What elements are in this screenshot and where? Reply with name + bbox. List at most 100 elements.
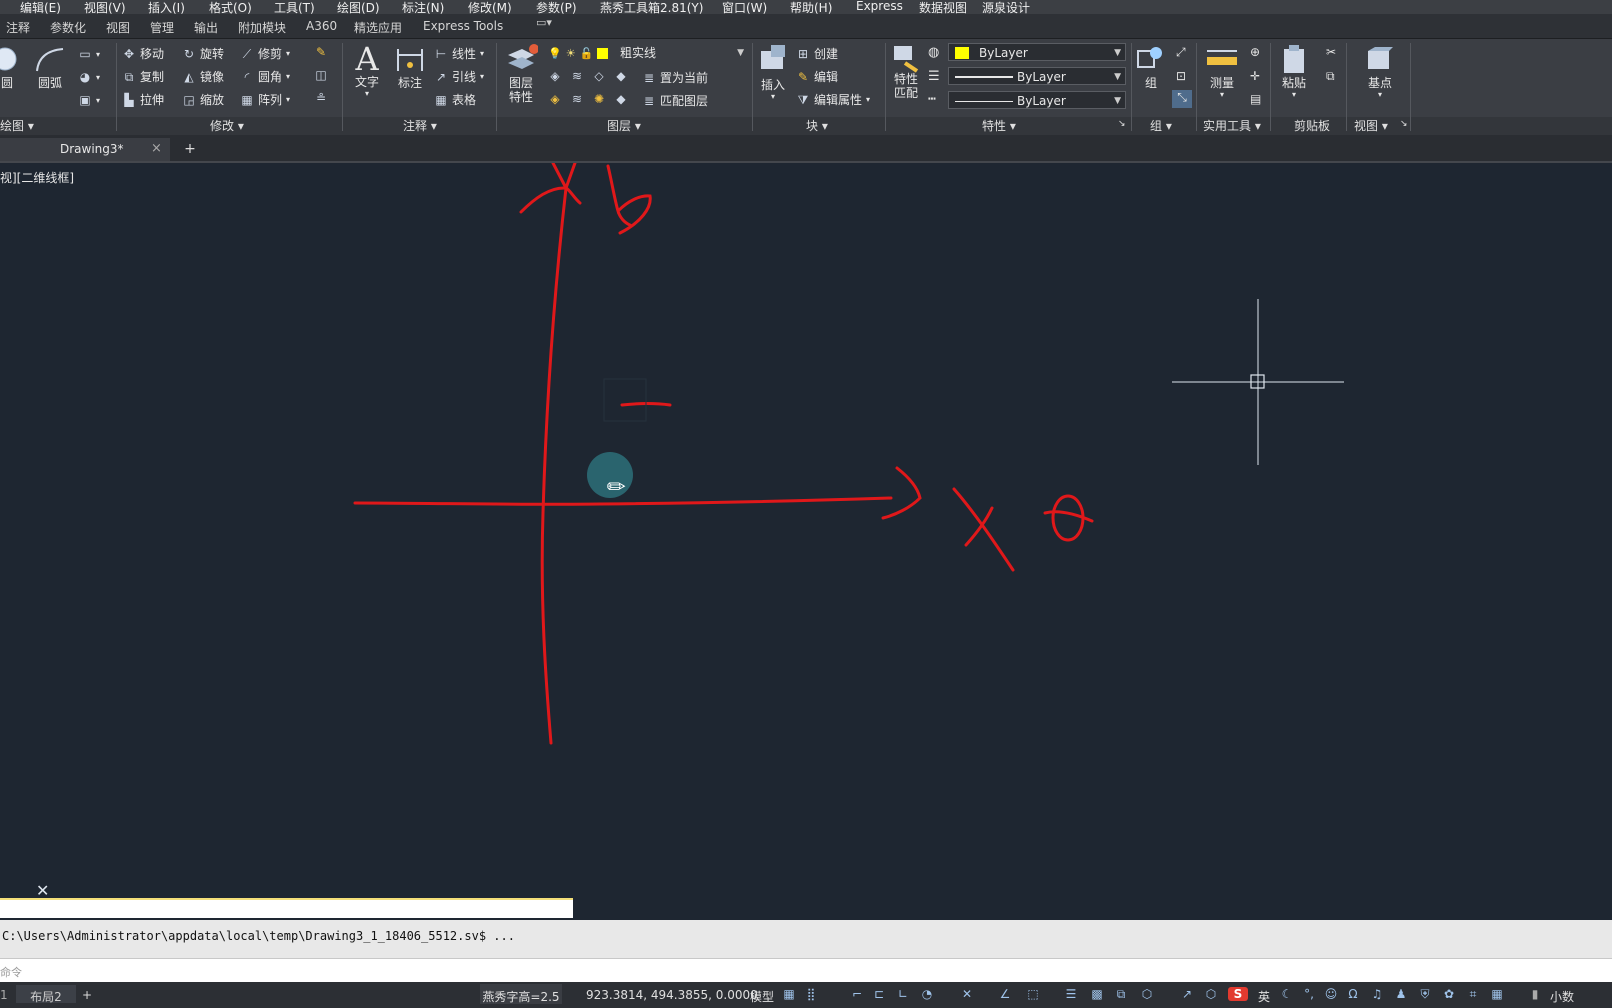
match-properties-button[interactable]: 特性 匹配 xyxy=(890,43,922,100)
infer-icon[interactable]: ⌐ xyxy=(850,987,864,1001)
copy-clip-icon[interactable]: ⧉ xyxy=(1326,69,1335,84)
3d-osnap-icon[interactable]: ⬡ xyxy=(1140,987,1154,1001)
ime-language[interactable]: 英 xyxy=(1258,988,1270,1005)
close-icon[interactable]: × xyxy=(151,141,162,156)
measure-button[interactable]: 测量 ▾ xyxy=(1202,45,1242,99)
offset-button[interactable]: ≗ xyxy=(314,91,328,105)
layer-panel-title[interactable]: 图层 ▾ xyxy=(607,117,641,135)
dimension-tool[interactable]: 标注 xyxy=(392,45,428,91)
dynamic-input-icon[interactable]: ⊏ xyxy=(872,987,886,1001)
move-button[interactable]: ✥ 移动 xyxy=(122,45,164,62)
tools-icon[interactable]: ✿ xyxy=(1442,987,1456,1001)
array-button[interactable]: ▦ 阵列 ▾ xyxy=(240,91,290,108)
layer-dropdown[interactable]: 粗实线 ▼ xyxy=(614,44,748,62)
mirror-button[interactable]: ◭ 镜像 xyxy=(182,68,224,85)
annotation-scale-icon[interactable]: ↗ xyxy=(1180,987,1194,1001)
osnap-icon[interactable]: ✕ xyxy=(960,987,974,1001)
layer-thaw-icon[interactable]: ✺ xyxy=(592,92,606,106)
ucs-icon[interactable]: ⬚ xyxy=(1026,987,1040,1001)
edit-block-button[interactable]: ✎ 编辑 xyxy=(796,68,838,85)
keyboard-icon[interactable]: Ω xyxy=(1346,987,1360,1001)
grid-icon[interactable]: ▦ xyxy=(782,987,796,1001)
quick-select-icon[interactable]: ⊕ xyxy=(1250,45,1260,59)
text-tool[interactable]: A 文字 ▾ xyxy=(350,41,384,98)
insert-block-button[interactable]: 插入 ▾ xyxy=(756,43,790,101)
units-decimal[interactable]: 小数 xyxy=(1550,988,1574,1005)
document-tab[interactable]: Drawing3* × xyxy=(0,138,170,161)
explode-button[interactable]: ◫ xyxy=(314,68,328,82)
stretch-button[interactable]: ▙ 拉伸 xyxy=(122,91,164,108)
command-line[interactable]: 命令 xyxy=(0,958,1612,983)
draw-panel-title[interactable]: 绘图 ▾ xyxy=(0,117,34,135)
group-button[interactable]: 组 xyxy=(1134,43,1168,91)
tab-output[interactable]: 输出 xyxy=(194,19,218,36)
new-tab-button[interactable]: + xyxy=(180,140,200,158)
ungroup-icon[interactable]: ⤢ xyxy=(1176,45,1186,60)
view-panel-title[interactable]: 视图 ▾ xyxy=(1354,117,1388,135)
point-style-icon[interactable]: ✛ xyxy=(1250,69,1260,83)
user-icon[interactable]: ♟ xyxy=(1394,987,1408,1001)
transparency-icon[interactable]: ▩ xyxy=(1090,987,1104,1001)
linear-dim-button[interactable]: ⊢ 线性 ▾ xyxy=(434,45,484,62)
arc-tool[interactable]: 圆弧 xyxy=(32,45,68,91)
properties-launcher-icon[interactable]: ↘ xyxy=(1118,119,1126,129)
moon-icon[interactable]: ☾ xyxy=(1280,987,1294,1001)
unlock-icon[interactable]: 🔓 xyxy=(580,47,594,60)
set-current-layer-button[interactable]: ≣ 置为当前 xyxy=(642,69,708,86)
erase-button[interactable]: ✎ xyxy=(314,45,328,59)
trim-button[interactable]: ⟋ 修剪 ▾ xyxy=(240,45,290,62)
scale-button[interactable]: ◲ 缩放 xyxy=(182,91,224,108)
tab-annotate[interactable]: 注释 xyxy=(6,19,30,36)
modify-panel-title[interactable]: 修改 ▾ xyxy=(210,117,244,135)
sogou-ime-icon[interactable]: S xyxy=(1228,987,1248,1001)
tab-manage[interactable]: 管理 xyxy=(150,19,174,36)
tab-view[interactable]: 视图 xyxy=(106,19,130,36)
paste-button[interactable]: 粘贴 ▾ xyxy=(1276,43,1312,99)
layer-on-icon[interactable]: ◈ xyxy=(548,92,562,106)
group-edit-icon[interactable]: ⊡ xyxy=(1176,69,1186,83)
layer-unlock-icon[interactable]: ◆ xyxy=(614,92,628,106)
create-block-button[interactable]: ⊞ 创建 xyxy=(796,45,838,62)
edit-attributes-button[interactable]: ⧩ 编辑属性 ▾ xyxy=(796,91,870,108)
layer-off-icon[interactable]: ◈ xyxy=(548,69,562,83)
app-grid-icon[interactable]: ▦ xyxy=(1490,987,1504,1001)
tab-express-tools[interactable]: Express Tools xyxy=(423,19,503,33)
bulb-icon[interactable]: 💡 xyxy=(548,47,562,60)
circle-tool[interactable]: 圆 xyxy=(0,45,22,91)
clipboard-panel-title[interactable]: 剪贴板 xyxy=(1294,117,1330,135)
add-layout-button[interactable]: + xyxy=(82,988,92,1002)
snap-icon[interactable]: ⣿ xyxy=(804,987,818,1001)
match-layer-button[interactable]: ≣ 匹配图层 xyxy=(642,92,708,109)
group-select-icon[interactable]: ⤡ xyxy=(1172,90,1192,108)
drawing-canvas[interactable]: 视][二维线框] ✎ ✕ xyxy=(0,163,1612,918)
polar-icon[interactable]: ◔ xyxy=(920,987,934,1001)
group-panel-title[interactable]: 组 ▾ xyxy=(1150,117,1172,135)
customization-icon[interactable]: ▮ xyxy=(1528,987,1542,1001)
hatch-tool[interactable]: ◕ ▾ xyxy=(78,70,100,84)
crop-icon[interactable]: ⌗ xyxy=(1466,987,1480,1001)
layer-unisolate-icon[interactable]: ≋ xyxy=(570,92,584,106)
base-point-button[interactable]: 基点 ▾ xyxy=(1358,45,1402,99)
fillet-button[interactable]: ◜ 圆角 ▾ xyxy=(240,68,290,85)
skin-icon[interactable]: ⛨ xyxy=(1418,987,1432,1001)
emoji-icon[interactable]: ☺ xyxy=(1324,987,1338,1001)
tab-parametric[interactable]: 参数化 xyxy=(50,19,86,36)
block-panel-title[interactable]: 块 ▾ xyxy=(806,117,828,135)
menu-express[interactable]: Express xyxy=(856,0,903,13)
text-height-status[interactable]: 燕秀字高=2.5 xyxy=(480,984,562,1004)
lineweight-status-icon[interactable]: ☰ xyxy=(1064,987,1078,1001)
linetype-dropdown[interactable]: ByLayer ▼ xyxy=(948,91,1126,109)
selection-cycling-icon[interactable]: ⧉ xyxy=(1114,987,1128,1001)
layout-tab-2[interactable]: 布局2 xyxy=(16,985,76,1004)
command-input-strip[interactable] xyxy=(0,898,573,918)
model-space-toggle[interactable]: 模型 xyxy=(750,988,774,1005)
tab-a360[interactable]: A360 xyxy=(306,19,337,33)
workspace-icon[interactable]: ⬡ xyxy=(1204,987,1218,1001)
layer-properties-button[interactable]: 图层 特性 xyxy=(502,43,540,104)
tab-featured-apps[interactable]: 精选应用 xyxy=(354,19,402,36)
table-button[interactable]: ▦ 表格 xyxy=(434,91,476,108)
sun-icon[interactable]: ☀ xyxy=(566,47,576,60)
layout-tab-1[interactable]: 1 xyxy=(0,988,8,1002)
rectangle-tool[interactable]: ▭ ▾ xyxy=(78,47,100,61)
boundary-tool[interactable]: ▣ ▾ xyxy=(78,93,100,107)
